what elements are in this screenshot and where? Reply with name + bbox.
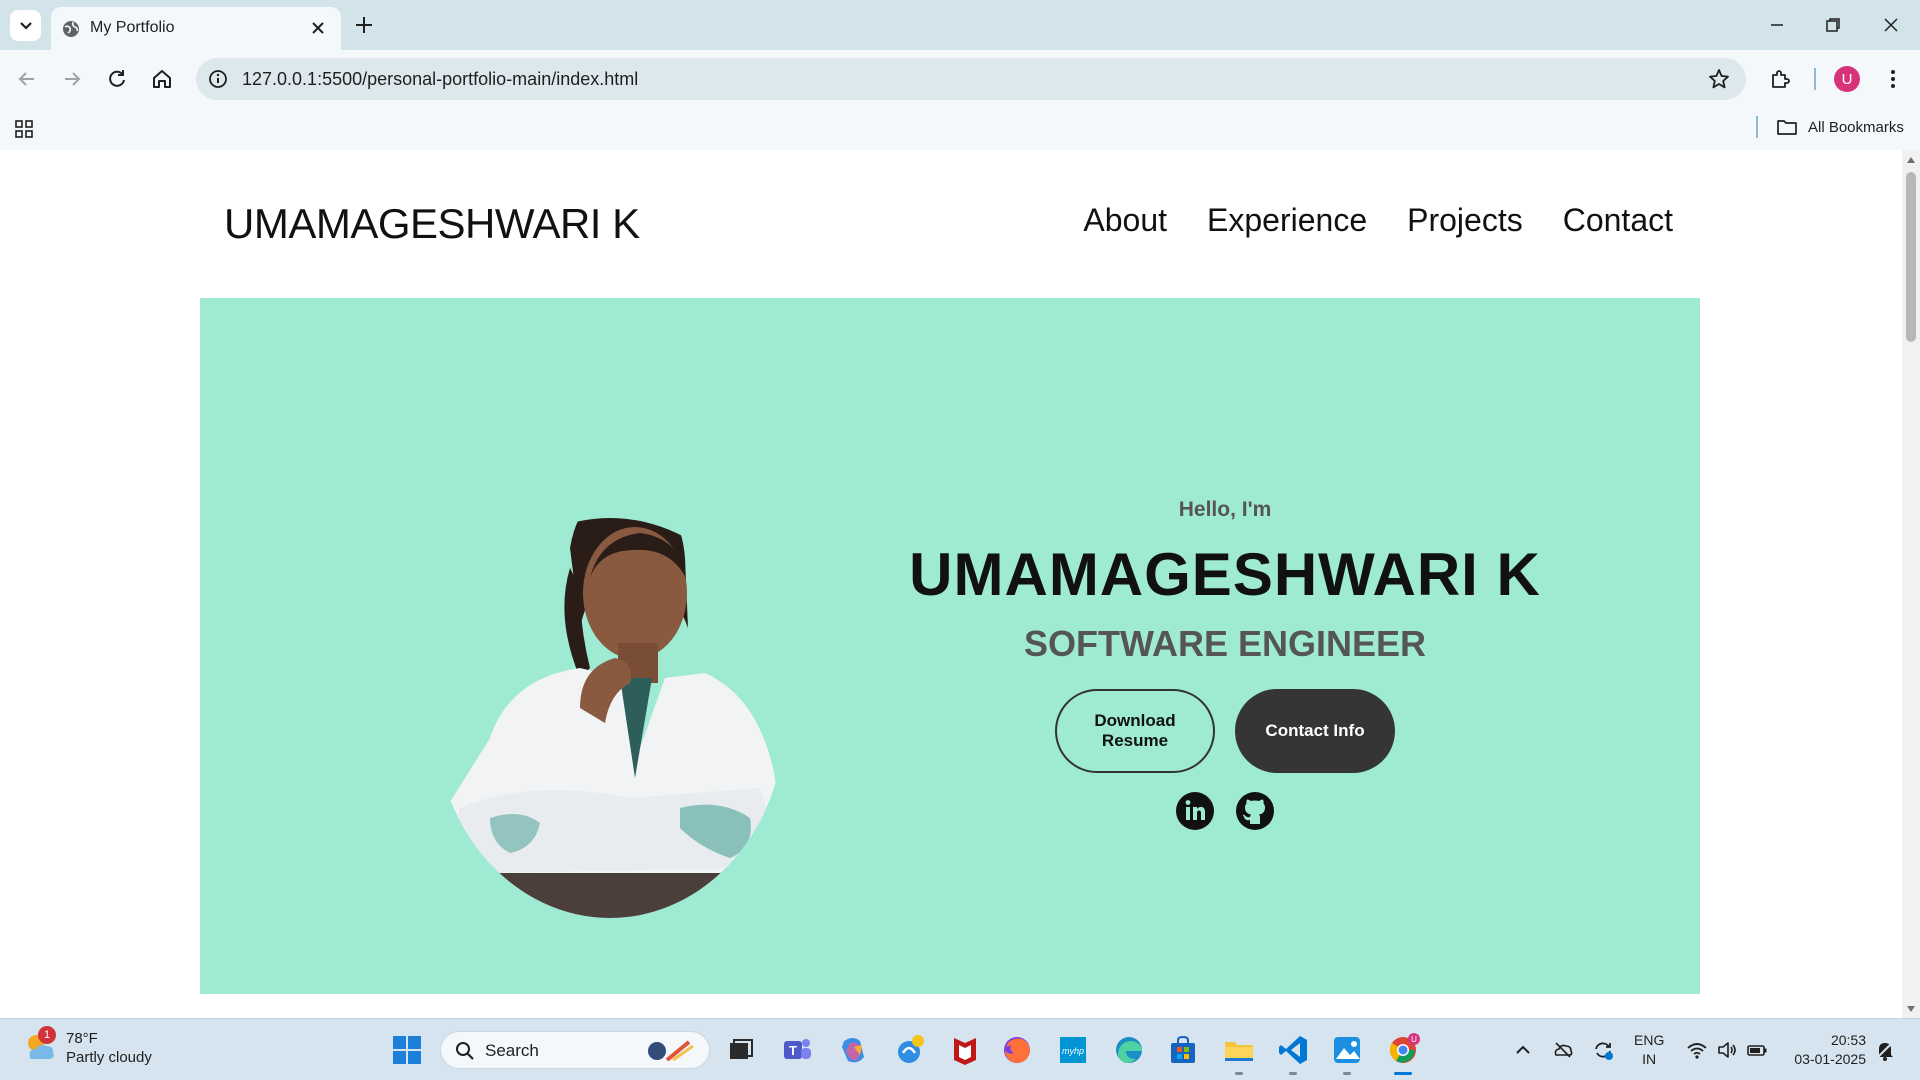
weather-widget[interactable]: 1 78°F Partly cloudy [22, 1026, 152, 1067]
home-icon[interactable] [149, 66, 175, 92]
tab-search-button[interactable] [10, 10, 41, 41]
social-links [900, 791, 1550, 831]
weather-icon: 1 [22, 1026, 58, 1065]
globe-icon [63, 21, 79, 37]
hero-text-block: Hello, I'm UMAMAGESHWARI K SOFTWARE ENGI… [900, 498, 1550, 831]
address-bar[interactable]: 127.0.0.1:5500/personal-portfolio-main/i… [196, 58, 1746, 100]
nav-experience[interactable]: Experience [1207, 202, 1367, 239]
restore-icon[interactable] [1822, 14, 1844, 36]
notification-bell-icon[interactable] [1874, 1039, 1896, 1061]
file-explorer-icon[interactable] [1222, 1033, 1256, 1067]
chrome-icon[interactable]: U [1386, 1033, 1420, 1067]
chrome-active-indicator [1394, 1072, 1412, 1075]
svg-text:U: U [1411, 1035, 1417, 1044]
linkedin-icon[interactable] [1175, 791, 1215, 831]
hero-greeting: Hello, I'm [1178, 498, 1272, 521]
bookmark-star-icon[interactable] [1708, 68, 1730, 90]
weather-desc: Partly cloudy [66, 1049, 152, 1066]
task-view-icon[interactable] [724, 1033, 758, 1067]
nav-projects[interactable]: Projects [1407, 202, 1523, 239]
taskbar-search[interactable]: Search [440, 1031, 710, 1069]
language-indicator[interactable]: ENG IN [1634, 1031, 1664, 1069]
browser-tab-active[interactable]: My Portfolio [51, 7, 341, 50]
battery-icon[interactable] [1746, 1039, 1768, 1061]
back-arrow-icon[interactable] [14, 66, 40, 92]
wifi-icon[interactable] [1686, 1039, 1708, 1061]
copilot-icon[interactable] [836, 1033, 870, 1067]
all-bookmarks-label: All Bookmarks [1808, 118, 1904, 136]
site-nav: About Experience Projects Contact [1083, 202, 1673, 239]
show-hidden-icons-chevron-up-icon[interactable] [1512, 1039, 1534, 1061]
github-icon[interactable] [1235, 791, 1275, 831]
hero-buttons: Download Resume Contact Info [900, 689, 1550, 773]
new-tab-icon[interactable] [353, 14, 375, 36]
weather-app-icon[interactable] [892, 1033, 926, 1067]
svg-text:T: T [789, 1043, 797, 1058]
contact-info-button[interactable]: Contact Info [1235, 689, 1395, 773]
mcafee-icon[interactable] [948, 1033, 982, 1067]
bookmarks-divider [1756, 116, 1758, 138]
scroll-up-arrow-icon[interactable] [1907, 157, 1915, 163]
browser-tab-bar: My Portfolio [0, 0, 1920, 50]
forward-arrow-icon[interactable] [59, 66, 85, 92]
all-bookmarks-button[interactable]: All Bookmarks [1776, 118, 1904, 136]
more-menu-icon[interactable] [1880, 66, 1906, 92]
hero-section: Hello, I'm UMAMAGESHWARI K SOFTWARE ENGI… [200, 298, 1700, 994]
bookmarks-bar: All Bookmarks [0, 108, 1920, 150]
minimize-icon[interactable] [1766, 14, 1788, 36]
weather-temp: 78°F [66, 1030, 98, 1047]
weather-alert-badge: 1 [38, 1026, 56, 1044]
myhp-icon[interactable]: myhp [1056, 1033, 1090, 1067]
profile-avatar[interactable]: U [1834, 66, 1860, 92]
svg-text:myhp: myhp [1062, 1046, 1084, 1056]
hero-name: UMAMAGESHWARI K [909, 541, 1541, 608]
tab-title: My Portfolio [90, 19, 175, 36]
search-highlight-icon [648, 1040, 694, 1062]
url-text: 127.0.0.1:5500/personal-portfolio-main/i… [242, 69, 639, 89]
scroll-down-arrow-icon[interactable] [1907, 1006, 1915, 1012]
language-code: ENG [1634, 1032, 1665, 1048]
windows-start-icon[interactable] [392, 1035, 422, 1065]
nav-about[interactable]: About [1083, 202, 1167, 239]
store-icon[interactable] [1166, 1033, 1200, 1067]
profile-photo [435, 518, 785, 918]
onedrive-offline-icon[interactable] [1552, 1039, 1574, 1061]
toolbar-divider [1814, 68, 1816, 90]
photos-icon[interactable] [1330, 1033, 1364, 1067]
firefox-icon[interactable] [1000, 1033, 1034, 1067]
folder-icon [1777, 120, 1797, 135]
nav-contact[interactable]: Contact [1563, 202, 1673, 239]
sync-icon[interactable] [1592, 1039, 1614, 1061]
clock-time: 20:53 [1830, 1032, 1866, 1048]
download-resume-button[interactable]: Download Resume [1055, 689, 1215, 773]
page-scrollbar[interactable] [1902, 150, 1920, 1018]
reload-icon[interactable] [104, 66, 130, 92]
teams-icon[interactable]: T [780, 1033, 814, 1067]
hero-role: SOFTWARE ENGINEER [1023, 623, 1427, 664]
page-viewport: UMAMAGESHWARI K About Experience Project… [0, 150, 1902, 1018]
file-explorer-running-indicator [1235, 1072, 1243, 1075]
browser-toolbar: 127.0.0.1:5500/personal-portfolio-main/i… [0, 50, 1920, 108]
windows-taskbar: 1 78°F Partly cloudy Search T myhp U ENG… [0, 1018, 1920, 1080]
photos-running-indicator [1343, 1072, 1351, 1075]
close-window-icon[interactable] [1880, 14, 1902, 36]
extensions-puzzle-icon[interactable] [1768, 66, 1794, 92]
edge-icon[interactable] [1112, 1033, 1146, 1067]
vscode-running-indicator [1289, 1072, 1297, 1075]
vscode-icon[interactable] [1276, 1033, 1310, 1067]
site-logo[interactable]: UMAMAGESHWARI K [224, 200, 640, 248]
apps-grid-icon[interactable] [14, 119, 34, 139]
search-placeholder: Search [485, 1041, 539, 1060]
scroll-thumb[interactable] [1906, 172, 1916, 342]
search-icon [456, 1042, 474, 1060]
volume-icon[interactable] [1716, 1039, 1738, 1061]
site-info-icon[interactable] [208, 69, 228, 89]
region-code: IN [1642, 1051, 1657, 1067]
close-tab-icon[interactable] [309, 19, 327, 37]
chevron-down-icon [19, 21, 32, 30]
clock-date: 03-01-2025 [1794, 1051, 1866, 1067]
system-clock[interactable]: 20:53 03-01-2025 [1784, 1031, 1866, 1069]
